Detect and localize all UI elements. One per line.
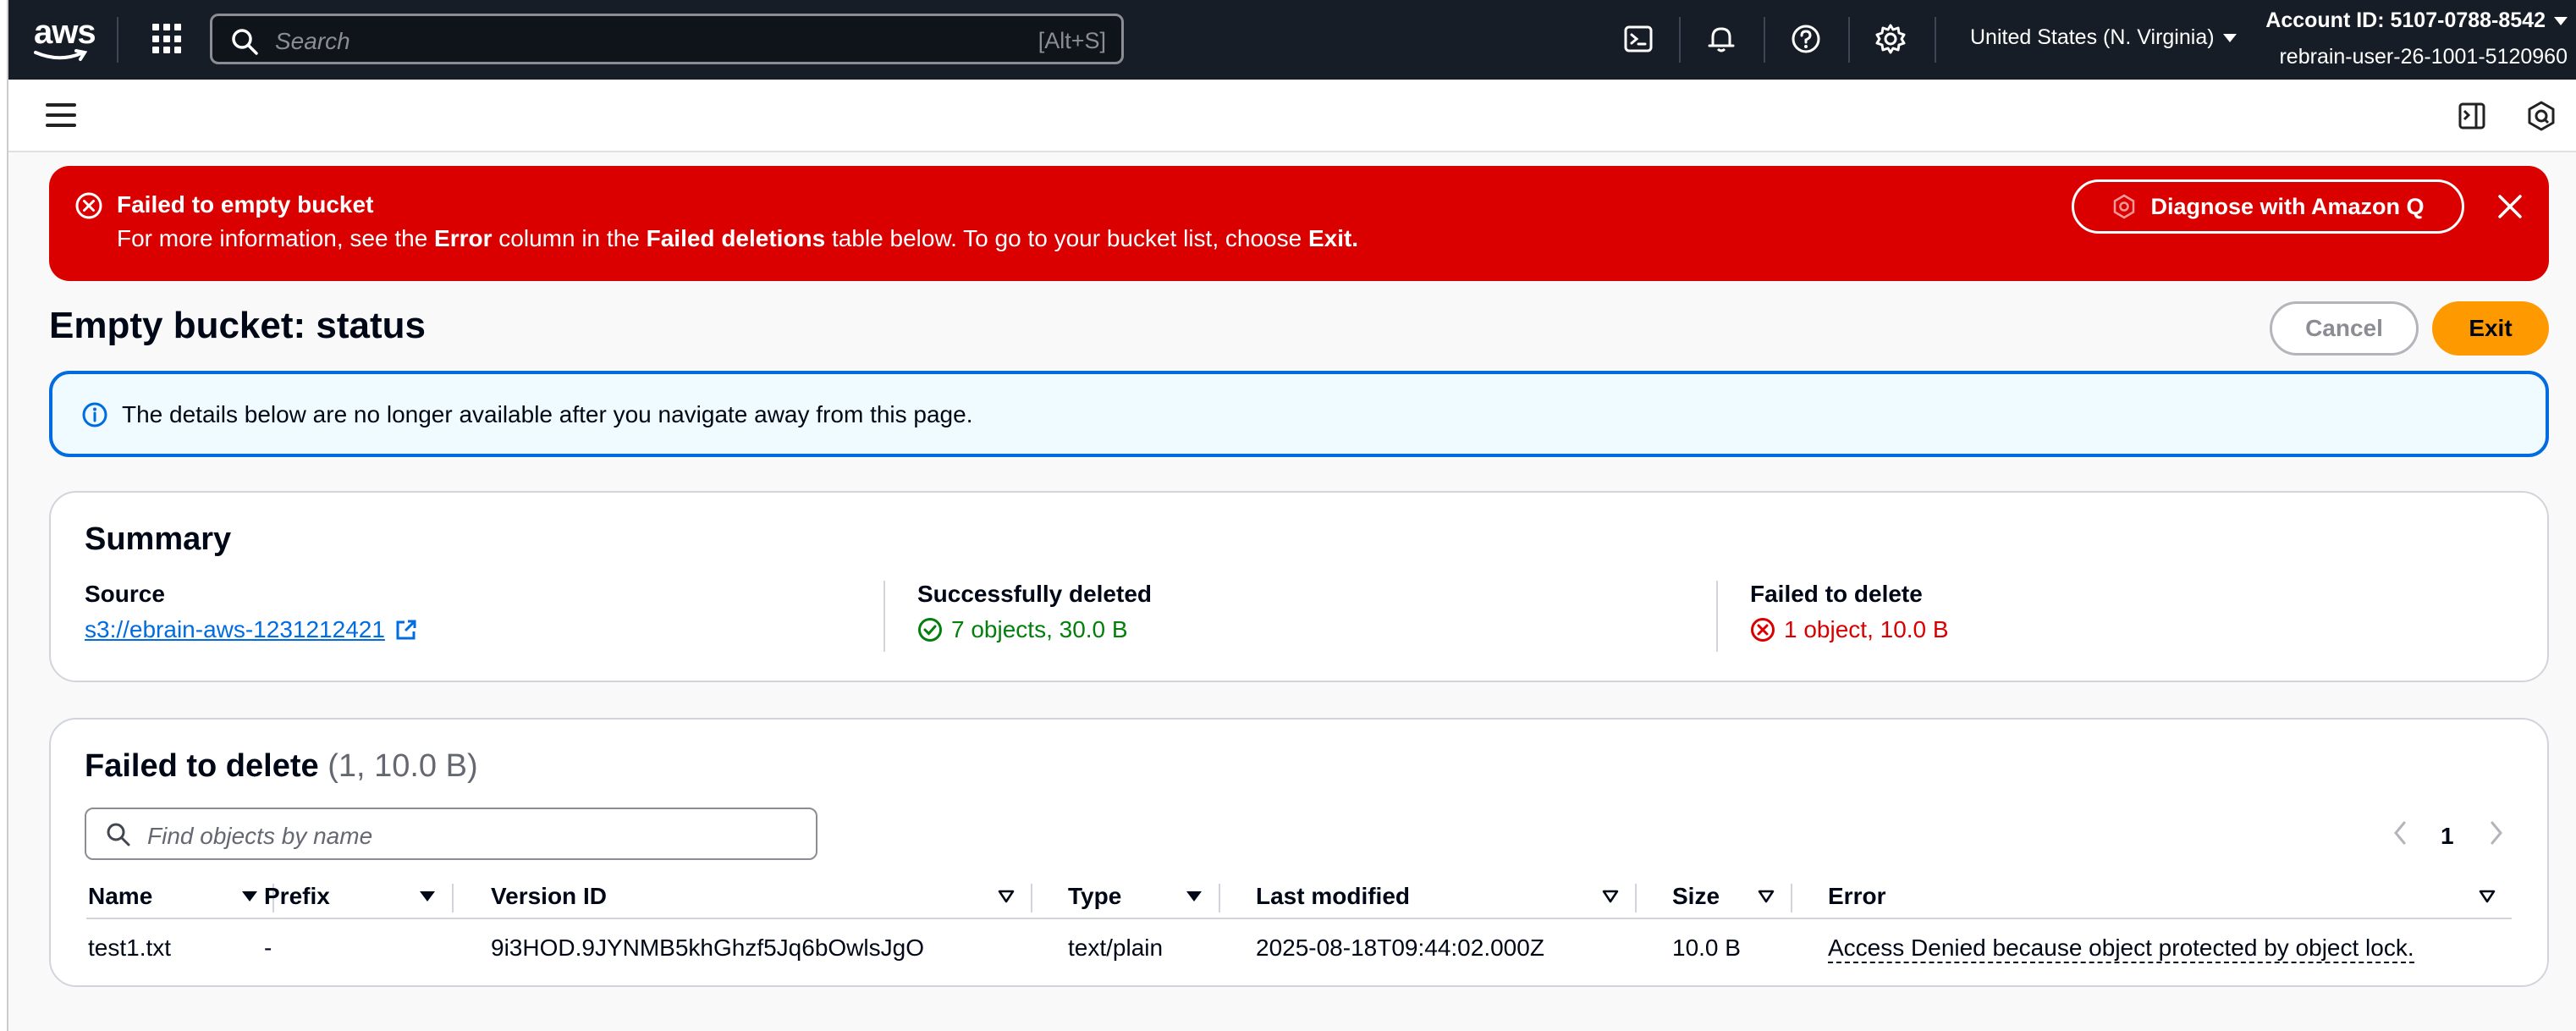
- cell-prefix: -: [264, 935, 272, 961]
- info-icon: [82, 402, 107, 427]
- search-placeholder: Search: [275, 28, 350, 54]
- nav-divider: [1935, 17, 1936, 63]
- sort-descending-icon[interactable]: [1185, 887, 1203, 906]
- find-objects-input[interactable]: Find objects by name: [85, 808, 817, 860]
- page-title: Empty bucket: status: [49, 305, 426, 346]
- column-header-type[interactable]: Type: [1068, 875, 1121, 918]
- bell-icon[interactable]: [1704, 22, 1738, 56]
- sort-icon[interactable]: [1757, 887, 1775, 906]
- cell-version-id: 9i3HOD.9JYNMB5khGhzf5Jq6bOwlsJgO: [491, 935, 924, 961]
- nav-divider: [1679, 17, 1681, 63]
- cell-size: 10.0 B: [1672, 935, 1741, 961]
- aws-smile-icon: [34, 49, 88, 61]
- region-selector[interactable]: United States (N. Virginia): [1970, 25, 2237, 50]
- flash-description: For more information, see the Error colu…: [117, 225, 1359, 251]
- nav-divider: [117, 17, 118, 63]
- external-link-icon[interactable]: [394, 617, 419, 642]
- error-icon: [75, 192, 102, 219]
- failed-table-title: Failed to delete (1, 10.0 B): [85, 748, 478, 784]
- diagnose-with-amazon-q-button[interactable]: Diagnose with Amazon Q: [2072, 179, 2464, 234]
- failed-column: Failed to delete 1 object, 10.0 B: [1750, 581, 1949, 642]
- sort-icon[interactable]: [1601, 887, 1620, 906]
- success-value: 7 objects, 30.0 B: [951, 616, 1128, 642]
- source-column: Source s3://ebrain-aws-1231212421: [85, 581, 419, 643]
- sort-icon[interactable]: [2478, 887, 2496, 906]
- search-icon: [232, 29, 258, 55]
- help-icon[interactable]: [1789, 22, 1823, 56]
- account-menu[interactable]: Account ID: 5107-0788-8542 rebrain-user-…: [2265, 7, 2568, 71]
- close-icon[interactable]: [2496, 193, 2524, 220]
- cell-type: text/plain: [1068, 935, 1164, 961]
- column-header-last-modified[interactable]: Last modified: [1256, 875, 1410, 918]
- left-window-edge: [0, 0, 8, 1031]
- column-header-error[interactable]: Error: [1828, 875, 1885, 918]
- cell-name: test1.txt: [88, 935, 172, 961]
- column-header-version-id[interactable]: Version ID: [491, 875, 607, 918]
- top-navigation: aws Search [Alt+S] United States (N. Vir…: [8, 0, 2576, 80]
- amazon-q-icon[interactable]: [2525, 100, 2557, 132]
- failed-value: 1 object, 10.0 B: [1784, 616, 1949, 642]
- cell-last-modified: 2025-08-18T09:44:02.000Z: [1256, 935, 1544, 961]
- current-page[interactable]: 1: [2441, 823, 2454, 850]
- table-row: test1.txt - 9i3HOD.9JYNMB5khGhzf5Jq6bOwl…: [86, 919, 2512, 973]
- summary-title: Summary: [85, 521, 232, 557]
- nav-divider: [1764, 17, 1765, 63]
- column-header-prefix[interactable]: Prefix: [264, 875, 330, 918]
- summary-container: Summary Source s3://ebrain-aws-123121242…: [49, 491, 2549, 682]
- column-header-name[interactable]: Name: [88, 875, 152, 918]
- services-grid-icon[interactable]: [152, 24, 183, 54]
- gear-icon[interactable]: [1874, 22, 1907, 56]
- sort-descending-icon[interactable]: [240, 887, 259, 906]
- secondary-toolbar: [8, 80, 2576, 152]
- error-flashbar: Failed to empty bucket For more informat…: [49, 166, 2549, 281]
- caret-down-icon: [2554, 17, 2568, 26]
- search-shortcut: [Alt+S]: [1038, 28, 1106, 53]
- previous-page-icon[interactable]: [2390, 819, 2410, 846]
- info-alert: The details below are no longer availabl…: [49, 371, 2549, 457]
- source-link[interactable]: s3://ebrain-aws-1231212421: [85, 616, 385, 643]
- global-search-input[interactable]: Search [Alt+S]: [210, 14, 1124, 64]
- failed-deletions-container: Failed to delete (1, 10.0 B) Find object…: [49, 718, 2549, 987]
- search-icon: [107, 823, 130, 846]
- side-panel-icon[interactable]: [2456, 100, 2488, 132]
- sort-descending-icon[interactable]: [418, 887, 437, 906]
- cell-error[interactable]: Access Denied because object protected b…: [1828, 935, 2414, 963]
- amazon-q-icon: [2114, 194, 2135, 219]
- table-header: Name Prefix Version ID Type Last modifie…: [86, 875, 2512, 919]
- caret-down-icon: [2222, 34, 2237, 43]
- success-column: Successfully deleted 7 objects, 30.0 B: [917, 581, 1153, 642]
- next-page-icon[interactable]: [2486, 819, 2507, 846]
- column-divider: [1716, 581, 1718, 652]
- success-check-icon: [918, 618, 942, 642]
- sort-icon[interactable]: [997, 887, 1016, 906]
- flash-title: Failed to empty bucket: [117, 191, 374, 218]
- failed-count: (1, 10.0 B): [328, 748, 478, 784]
- aws-logo[interactable]: aws: [34, 15, 96, 61]
- info-text: The details below are no longer availabl…: [122, 401, 973, 427]
- column-header-size[interactable]: Size: [1672, 875, 1720, 918]
- nav-divider: [1848, 17, 1850, 63]
- cloudshell-icon[interactable]: [1621, 22, 1655, 56]
- exit-button[interactable]: Exit: [2432, 301, 2549, 356]
- menu-icon[interactable]: [46, 103, 76, 129]
- error-icon: [1751, 618, 1775, 642]
- cancel-button[interactable]: Cancel: [2270, 301, 2419, 356]
- column-divider: [883, 581, 885, 652]
